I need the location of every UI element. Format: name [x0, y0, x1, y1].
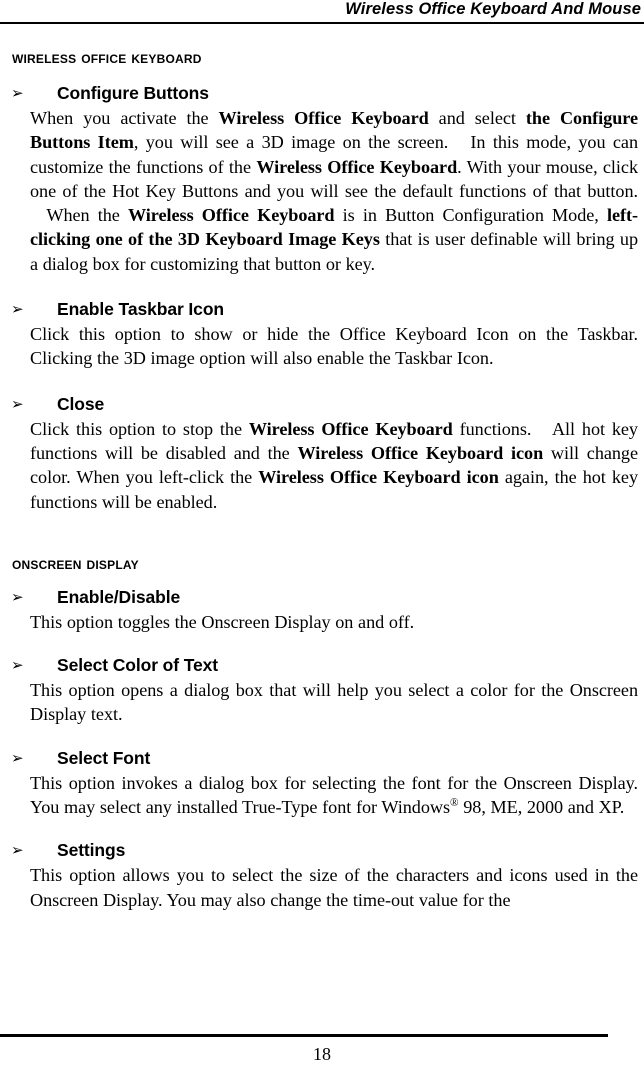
- page-number: 18: [313, 1044, 331, 1064]
- document-page: Wireless Office Keyboard And Mouse Wirel…: [0, 0, 644, 1075]
- item-header: ➢ Select Font: [0, 747, 644, 770]
- item-body-select-font: This option invokes a dialog box for sel…: [30, 772, 638, 818]
- arrow-bullet-icon: ➢: [11, 300, 24, 319]
- item-header: ➢ Select Color of Text: [0, 654, 644, 677]
- list-item: ➢ Select Color of Text This option opens…: [0, 654, 644, 727]
- list-item: ➢ Enable/Disable This option toggles the…: [0, 586, 644, 634]
- item-body-enable-taskbar-icon: Click this option to show or hide the Of…: [30, 324, 638, 369]
- item-title-enable-disable: Enable/Disable: [57, 586, 181, 607]
- list-item: ➢ Configure Buttons When you activate th…: [0, 82, 644, 276]
- item-body-settings: This option allows you to select the siz…: [30, 865, 638, 910]
- item-body-close: Click this option to stop the Wireless O…: [30, 418, 638, 512]
- page-number-container: 18: [0, 1043, 644, 1065]
- arrow-bullet-icon: ➢: [11, 748, 24, 767]
- item-title-select-font: Select Font: [57, 747, 151, 768]
- item-header: ➢ Enable/Disable: [0, 586, 644, 609]
- item-title-settings: Settings: [57, 840, 126, 861]
- item-header: ➢ Enable Taskbar Icon: [0, 298, 644, 321]
- item-body-configure-buttons: When you activate the Wireless Office Ke…: [30, 108, 638, 274]
- arrow-bullet-icon: ➢: [11, 394, 24, 413]
- section-heading-onscreen-display: Onscreen Display: [12, 553, 139, 573]
- footer-divider: [0, 1034, 608, 1037]
- item-title-configure-buttons: Configure Buttons: [57, 83, 209, 103]
- item-header: ➢ Close: [0, 393, 644, 416]
- arrow-bullet-icon: ➢: [11, 841, 24, 860]
- list-item: ➢ Enable Taskbar Icon Click this option …: [0, 298, 644, 371]
- item-title-select-color-of-text: Select Color of Text: [57, 655, 219, 676]
- header-title: Wireless Office Keyboard And Mouse: [345, 0, 641, 18]
- page-footer: 18: [0, 1034, 644, 1075]
- header-divider: [0, 22, 644, 24]
- item-body-enable-disable: This option toggles the Onscreen Display…: [30, 611, 415, 632]
- list-item: ➢ Settings This option allows you to sel…: [0, 839, 644, 912]
- arrow-bullet-icon: ➢: [11, 587, 24, 606]
- page-content: Wireless Office Keyboard ➢ Configure But…: [0, 48, 644, 912]
- arrow-bullet-icon: ➢: [11, 84, 24, 102]
- list-item: ➢ Close Click this option to stop the Wi…: [0, 393, 644, 514]
- arrow-bullet-icon: ➢: [11, 656, 24, 675]
- page-header: Wireless Office Keyboard And Mouse: [0, 0, 644, 26]
- section-heading-wireless-office-keyboard: Wireless Office Keyboard: [12, 48, 202, 67]
- item-header: ➢ Settings: [0, 839, 644, 862]
- list-item: ➢ Select Font This option invokes a dial…: [0, 747, 644, 820]
- item-body-select-color-of-text: This option opens a dialog box that will…: [30, 680, 638, 725]
- item-title-close: Close: [57, 393, 105, 414]
- item-title-enable-taskbar-icon: Enable Taskbar Icon: [57, 299, 224, 320]
- item-header: ➢ Configure Buttons: [0, 82, 644, 105]
